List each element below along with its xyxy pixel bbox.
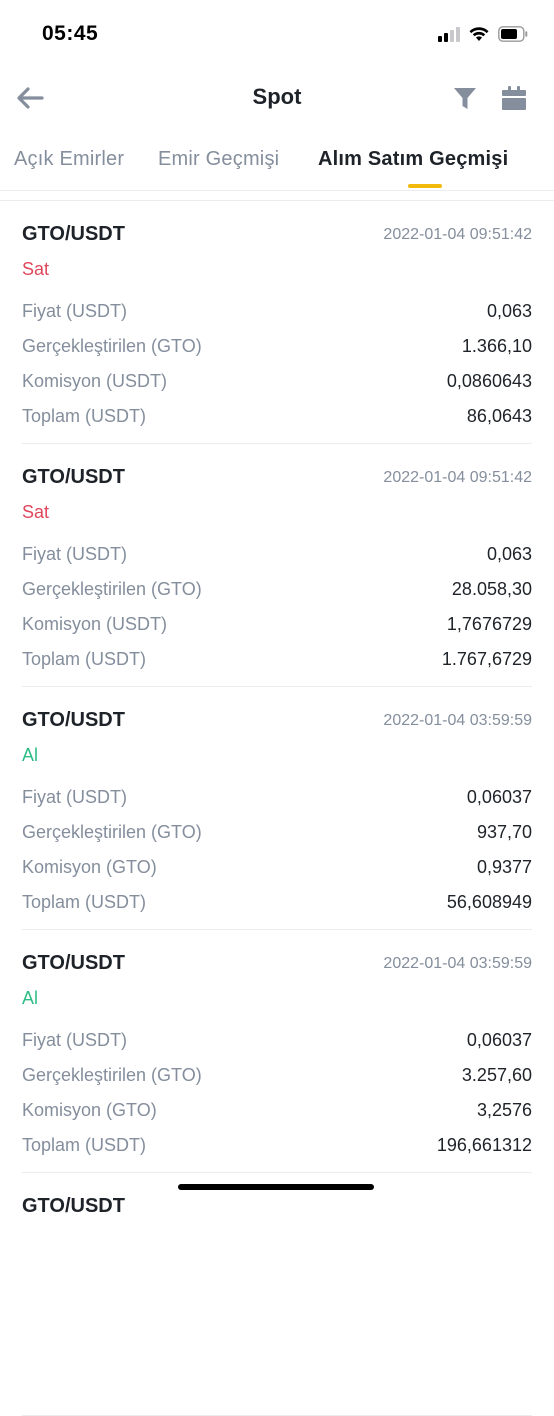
row-value: 28.058,30: [451, 578, 532, 599]
row-value: 0,063: [486, 300, 532, 321]
price-row: Fiyat (USDT) 0,06037: [22, 784, 532, 810]
tab-bar: Açık Emirler Emir Geçmişi Alım Satım Geç…: [0, 140, 554, 191]
nav-bar: Spot: [0, 70, 554, 126]
total-row: Toplam (USDT) 86,0643: [22, 403, 532, 429]
status-time: 05:45: [42, 22, 99, 45]
filter-icon: [454, 88, 476, 109]
row-label: Fiyat (USDT): [22, 1029, 127, 1050]
commission-row: Komisyon (GTO) 0,9377: [22, 854, 532, 880]
trade-pair: GTO/USDT: [22, 223, 125, 245]
row-label: Gerçekleştirilen (GTO): [22, 1064, 202, 1085]
executed-row: Gerçekleştirilen (GTO) 28.058,30: [22, 576, 532, 602]
total-row: Toplam (USDT) 1.767,6729: [22, 646, 532, 672]
price-row: Fiyat (USDT) 0,06037: [22, 1027, 532, 1053]
row-label: Toplam (USDT): [22, 648, 147, 669]
row-label: Komisyon (USDT): [22, 613, 168, 634]
row-value: 3.257,60: [461, 1064, 532, 1085]
wifi-icon: [469, 27, 489, 41]
calendar-icon: [502, 86, 526, 110]
row-value: 1.366,10: [461, 335, 532, 356]
row-label: Komisyon (GTO): [22, 1099, 157, 1120]
tab-open-orders[interactable]: Açık Emirler: [14, 148, 124, 171]
row-label: Toplam (USDT): [22, 891, 147, 912]
trade-pair: GTO/USDT: [22, 1195, 125, 1217]
trade-side: Sat: [22, 502, 50, 522]
row-label: Gerçekleştirilen (GTO): [22, 578, 202, 599]
row-value: 196,661312: [436, 1134, 532, 1155]
row-value: 0,063: [486, 543, 532, 564]
row-label: Gerçekleştirilen (GTO): [22, 821, 202, 842]
row-label: Komisyon (GTO): [22, 856, 157, 877]
row-value: 0,06037: [466, 786, 532, 807]
trade-side: Al: [22, 988, 39, 1008]
cellular-signal-icon: [438, 26, 460, 42]
price-row: Fiyat (USDT) 0,063: [22, 298, 532, 324]
trade-item: GTO/USDT 2022-01-04 09:51:42 Sat Fiyat (…: [22, 444, 532, 687]
trade-item: GTO/USDT: [22, 1173, 532, 1416]
battery-icon: [498, 26, 528, 42]
commission-row: Komisyon (GTO) 3,2576: [22, 1097, 532, 1123]
row-value: 0,0860643: [446, 370, 532, 391]
row-value: 937,70: [476, 821, 532, 842]
executed-row: Gerçekleştirilen (GTO) 3.257,60: [22, 1062, 532, 1088]
row-label: Toplam (USDT): [22, 405, 147, 426]
executed-row: Gerçekleştirilen (GTO) 1.366,10: [22, 333, 532, 359]
filter-button[interactable]: [452, 85, 478, 111]
status-bar: 05:45: [0, 0, 554, 70]
total-row: Toplam (USDT) 196,661312: [22, 1132, 532, 1158]
active-tab-indicator: [408, 184, 442, 188]
total-row: Toplam (USDT) 56,608949: [22, 889, 532, 915]
home-indicator: [178, 1184, 374, 1190]
price-row: Fiyat (USDT) 0,063: [22, 541, 532, 567]
trade-item: GTO/USDT 2022-01-04 09:51:42 Sat Fiyat (…: [22, 201, 532, 444]
row-value: 56,608949: [446, 891, 532, 912]
row-value: 1,7676729: [446, 613, 532, 634]
row-value: 0,9377: [476, 856, 532, 877]
trade-time: 2022-01-04 09:51:42: [383, 469, 532, 486]
status-icons: [438, 26, 528, 42]
trade-item: GTO/USDT 2022-01-04 03:59:59 Al Fiyat (U…: [22, 930, 532, 1173]
trade-pair: GTO/USDT: [22, 952, 125, 974]
trade-item: GTO/USDT 2022-01-04 03:59:59 Al Fiyat (U…: [22, 687, 532, 930]
trade-list: GTO/USDT 2022-01-04 09:51:42 Sat Fiyat (…: [0, 200, 554, 1416]
trade-side: Al: [22, 745, 39, 765]
row-value: 0,06037: [466, 1029, 532, 1050]
trade-time: 2022-01-04 03:59:59: [383, 955, 532, 972]
row-label: Komisyon (USDT): [22, 370, 168, 391]
row-label: Gerçekleştirilen (GTO): [22, 335, 202, 356]
calendar-button[interactable]: [500, 84, 528, 112]
row-value: 3,2576: [476, 1099, 532, 1120]
tab-order-history[interactable]: Emir Geçmişi: [158, 148, 279, 171]
commission-row: Komisyon (USDT) 1,7676729: [22, 611, 532, 637]
commission-row: Komisyon (USDT) 0,0860643: [22, 368, 532, 394]
tab-trade-history[interactable]: Alım Satım Geçmişi: [318, 148, 508, 171]
trade-pair: GTO/USDT: [22, 466, 125, 488]
row-label: Fiyat (USDT): [22, 300, 127, 321]
trade-time: 2022-01-04 03:59:59: [383, 712, 532, 729]
trade-time: 2022-01-04 09:51:42: [383, 226, 532, 243]
row-value: 86,0643: [466, 405, 532, 426]
trade-pair: GTO/USDT: [22, 709, 125, 731]
executed-row: Gerçekleştirilen (GTO) 937,70: [22, 819, 532, 845]
row-value: 1.767,6729: [441, 648, 532, 669]
row-label: Fiyat (USDT): [22, 786, 127, 807]
row-label: Fiyat (USDT): [22, 543, 127, 564]
trade-side: Sat: [22, 259, 50, 279]
row-label: Toplam (USDT): [22, 1134, 147, 1155]
